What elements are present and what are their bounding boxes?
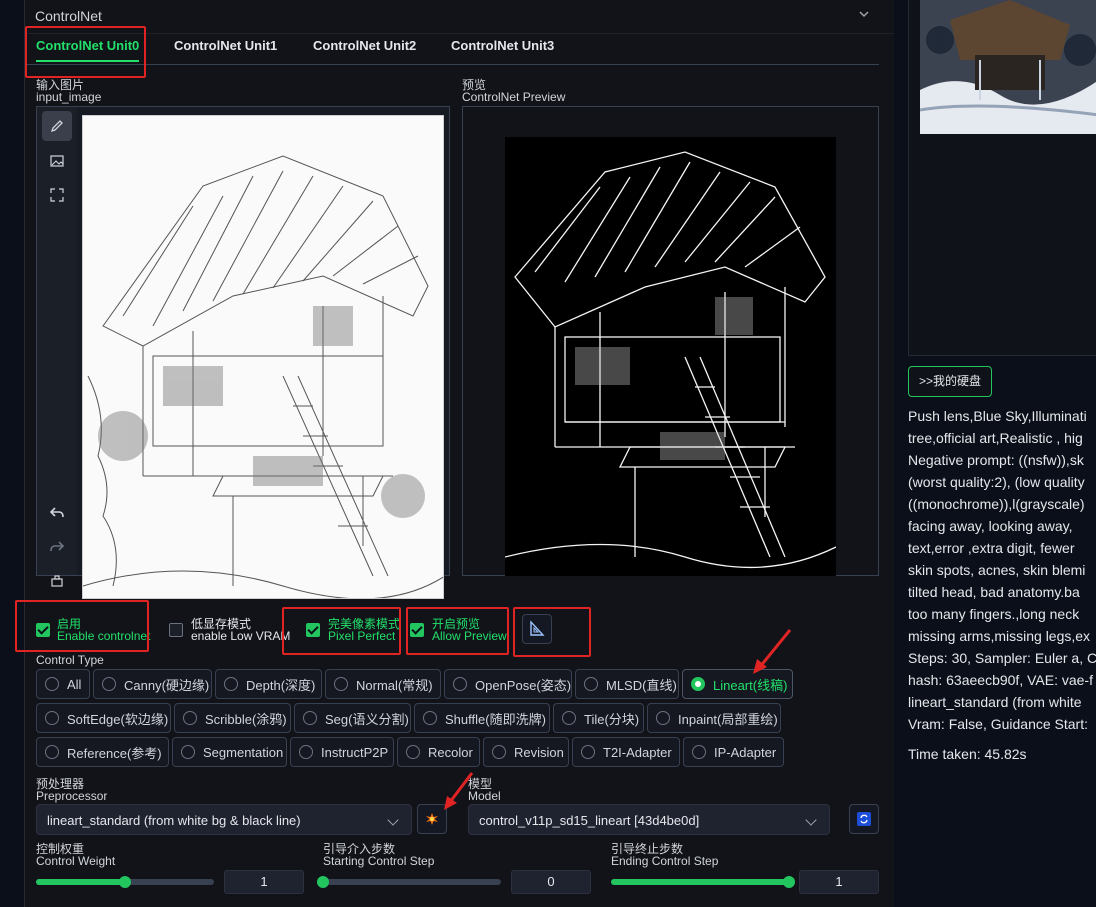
- tab-unit3[interactable]: ControlNet Unit3: [451, 38, 554, 62]
- slider-handle[interactable]: [119, 876, 131, 888]
- unit-tabs: ControlNet Unit0 ControlNet Unit1 Contro…: [25, 34, 879, 65]
- ending-step-slider[interactable]: [611, 876, 795, 888]
- control-type-option[interactable]: Inpaint(局部重绘): [647, 703, 781, 733]
- chevron-down-icon[interactable]: [859, 9, 869, 19]
- open-folder-button[interactable]: >>我的硬盘: [908, 366, 993, 397]
- control-type-option[interactable]: Recolor: [397, 737, 480, 767]
- preview-label: ControlNet Preview: [462, 90, 566, 104]
- output-gallery: [908, 0, 1096, 356]
- control-type-option[interactable]: Normal(常规): [325, 669, 441, 699]
- generation-info-line: text,error ,extra digit, fewer: [908, 540, 1075, 556]
- edit-preprocessor-icon[interactable]: [522, 614, 552, 644]
- canvas-toolbar: [37, 107, 77, 587]
- control-type-option[interactable]: SoftEdge(软边缘): [36, 703, 171, 733]
- output-image[interactable]: [920, 0, 1096, 134]
- control-type-option[interactable]: MLSD(直线): [575, 669, 679, 699]
- lineart-preview-image: [505, 137, 836, 576]
- camera-icon[interactable]: [42, 566, 72, 596]
- undo-icon[interactable]: [42, 498, 72, 528]
- annotation-arrow: [444, 772, 474, 810]
- generation-info-line: hash: 63aeecb90f, VAE: vae-f: [908, 672, 1093, 688]
- generation-info-line: ((monochrome)),l(grayscale): [908, 496, 1085, 512]
- control-type-label: Control Type: [36, 653, 104, 667]
- generation-info-line: tree,official art,Realistic , hig: [908, 430, 1083, 446]
- tab-unit2[interactable]: ControlNet Unit2: [313, 38, 416, 62]
- refresh-icon: [857, 812, 871, 826]
- generation-info-line: Vram: False, Guidance Start:: [908, 716, 1088, 732]
- input-sketch-image: [82, 115, 444, 599]
- generation-info-line: skin spots, acnes, skin blemi: [908, 562, 1086, 578]
- generation-info-line: facing away, looking away,: [908, 518, 1073, 534]
- low-vram-label: enable Low VRAM: [191, 629, 291, 643]
- generation-info-line: Push lens,Blue Sky,Illuminati: [908, 408, 1087, 424]
- time-taken: Time taken: 45.82s: [908, 746, 1027, 762]
- slider-handle[interactable]: [317, 876, 329, 888]
- controlnet-panel: ControlNet ControlNet Unit0 ControlNet U…: [15, 0, 895, 907]
- control-type-option[interactable]: All: [36, 669, 90, 699]
- generation-info-line: tilted head, bad anatomy.ba: [908, 584, 1080, 600]
- preprocessor-select[interactable]: lineart_standard (from white bg & black …: [36, 804, 412, 835]
- preprocessor-label: Preprocessor: [36, 789, 108, 803]
- generation-info-line: lineart_standard (from white: [908, 694, 1082, 710]
- output-column: >>我的硬盘 Push lens,Blue Sky,Illuminati tre…: [894, 0, 1096, 907]
- low-vram-checkbox[interactable]: [169, 623, 183, 637]
- input-image-canvas[interactable]: [36, 106, 450, 599]
- control-type-option[interactable]: Tile(分块): [553, 703, 644, 733]
- controlnet-preview: [462, 106, 879, 576]
- end-step-label: Ending Control Step: [611, 854, 719, 868]
- enable-label: Enable controlnet: [57, 629, 151, 643]
- control-type-option[interactable]: Depth(深度): [215, 669, 322, 699]
- control-type-option[interactable]: OpenPose(姿态): [444, 669, 572, 699]
- allow-preview-checkbox[interactable]: [410, 623, 424, 637]
- tab-unit1[interactable]: ControlNet Unit1: [174, 38, 277, 62]
- control-type-option[interactable]: IP-Adapter: [683, 737, 784, 767]
- tab-unit0[interactable]: ControlNet Unit0: [36, 38, 140, 62]
- start-step-label: Starting Control Step: [323, 854, 435, 868]
- control-weight-input[interactable]: 1: [224, 870, 304, 894]
- input-image-label: input_image: [36, 90, 102, 104]
- control-type-option[interactable]: Scribble(涂鸦): [174, 703, 291, 733]
- pixel-perfect-label: Pixel Perfect: [328, 629, 396, 643]
- control-type-option[interactable]: InstructP2P: [290, 737, 394, 767]
- chevron-down-icon: [387, 814, 399, 826]
- control-type-option[interactable]: Reference(参考): [36, 737, 169, 767]
- image-icon[interactable]: [42, 146, 72, 176]
- brush-icon[interactable]: [42, 111, 72, 141]
- ending-step-input[interactable]: 1: [799, 870, 879, 894]
- starting-step-slider[interactable]: [317, 876, 501, 888]
- enable-controlnet-checkbox[interactable]: [36, 623, 50, 637]
- refresh-models-button[interactable]: [849, 804, 879, 834]
- model-select[interactable]: control_v11p_sd15_lineart [43d4be0d]: [468, 804, 830, 835]
- control-type-option[interactable]: Shuffle(随即洗牌): [414, 703, 550, 733]
- generation-info-line: Steps: 30, Sampler: Euler a, C: [908, 650, 1096, 666]
- chevron-down-icon: [805, 814, 817, 826]
- annotation-arrow: [753, 629, 792, 674]
- controlnet-accordion-header[interactable]: ControlNet: [25, 0, 895, 34]
- fullscreen-icon[interactable]: [42, 180, 72, 210]
- starting-step-input[interactable]: 0: [511, 870, 591, 894]
- redo-icon[interactable]: [42, 532, 72, 562]
- generation-info-line: (worst quality:2), (low quality: [908, 474, 1085, 490]
- accordion-title: ControlNet: [35, 8, 102, 24]
- control-type-option[interactable]: Revision: [483, 737, 569, 767]
- explosion-icon: [426, 813, 438, 825]
- generation-info-line: Negative prompt: ((nsfw)),sk: [908, 452, 1084, 468]
- slider-handle[interactable]: [783, 876, 795, 888]
- control-type-option[interactable]: Segmentation: [172, 737, 287, 767]
- control-weight-slider[interactable]: [36, 876, 214, 888]
- control-type-option[interactable]: T2I-Adapter: [572, 737, 680, 767]
- generation-info-line: missing arms,missing legs,ex: [908, 628, 1091, 644]
- allow-preview-label: Allow Preview: [432, 629, 507, 643]
- control-type-option[interactable]: Seg(语义分割): [294, 703, 411, 733]
- pixel-perfect-checkbox[interactable]: [306, 623, 320, 637]
- control-type-option[interactable]: Canny(硬边缘): [93, 669, 212, 699]
- control-weight-label: Control Weight: [36, 854, 116, 868]
- generation-info-line: too many fingers.,long neck: [908, 606, 1080, 622]
